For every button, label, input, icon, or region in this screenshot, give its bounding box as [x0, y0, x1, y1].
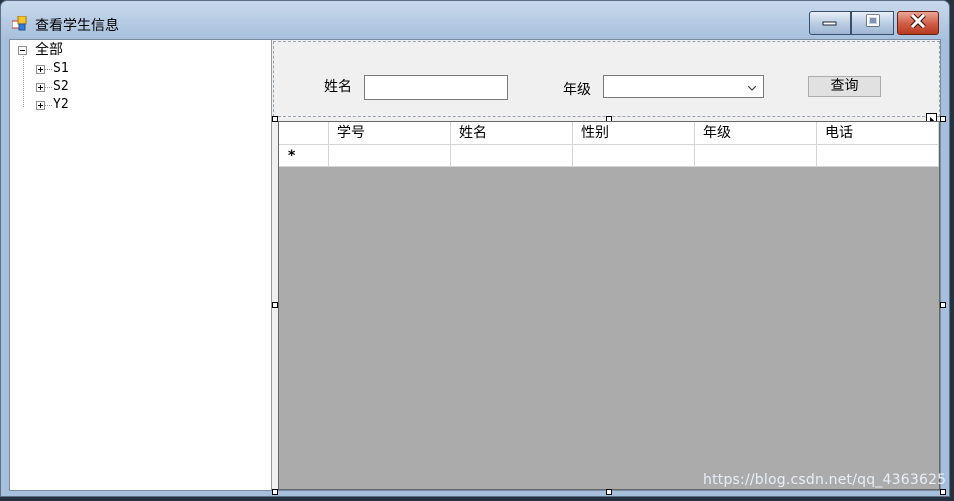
window-title: 查看学生信息 — [35, 18, 119, 34]
main-window: 查看学生信息 全部 S1 S2 Y2 姓名 年级 查询 学号 姓名 性别 年级 … — [0, 0, 950, 497]
column-header-grade[interactable]: 年级 — [695, 122, 817, 145]
new-row-cell[interactable] — [451, 145, 573, 167]
search-panel: 姓名 年级 查询 — [273, 41, 940, 117]
grade-label: 年级 — [563, 82, 591, 98]
form-icon — [11, 15, 28, 32]
name-input[interactable] — [364, 75, 508, 100]
tree-node-y2[interactable]: Y2 — [36, 97, 116, 113]
resize-handle[interactable] — [940, 302, 946, 308]
class-tree-view[interactable]: 全部 S1 S2 Y2 — [10, 40, 272, 490]
maximize-button[interactable] — [851, 11, 894, 35]
new-row-cell[interactable] — [695, 145, 817, 167]
resize-handle[interactable] — [272, 489, 278, 495]
resize-handle[interactable] — [940, 116, 946, 122]
column-header-id[interactable]: 学号 — [329, 122, 451, 145]
tree-node-s1[interactable]: S1 — [36, 61, 116, 77]
expand-icon[interactable] — [36, 65, 45, 74]
tree-node-label: Y2 — [53, 97, 69, 112]
minimize-icon — [822, 16, 838, 31]
grade-select[interactable] — [603, 75, 764, 98]
new-row-marker[interactable]: * — [279, 145, 329, 167]
new-row-cell[interactable] — [573, 145, 695, 167]
tree-connector — [45, 87, 52, 88]
name-label: 姓名 — [324, 79, 352, 95]
resize-handle[interactable] — [940, 489, 946, 495]
new-row-cell[interactable] — [329, 145, 451, 167]
row-header-corner — [279, 122, 329, 145]
column-header-gender[interactable]: 性别 — [573, 122, 695, 145]
expand-icon[interactable] — [36, 101, 45, 110]
tree-node-label: S1 — [53, 61, 69, 76]
maximize-icon — [865, 14, 881, 32]
student-data-grid[interactable]: 学号 姓名 性别 年级 电话 * — [278, 121, 940, 490]
tree-node-label: S2 — [53, 79, 69, 94]
tree-node-s2[interactable]: S2 — [36, 79, 116, 95]
tree-node-label: 全部 — [35, 42, 63, 58]
resize-handle[interactable] — [606, 489, 612, 495]
column-header-phone[interactable]: 电话 — [817, 122, 939, 145]
tree-connector — [45, 69, 52, 70]
client-area: 全部 S1 S2 Y2 姓名 年级 查询 学号 姓名 性别 年级 电话 * — [9, 39, 946, 495]
close-icon — [909, 13, 927, 32]
collapse-icon[interactable] — [18, 46, 27, 55]
expand-icon[interactable] — [36, 83, 45, 92]
title-bar[interactable]: 查看学生信息 — [1, 1, 949, 39]
watermark: https://blog.csdn.net/qq_4363625 — [703, 472, 947, 488]
tree-connector — [45, 105, 52, 106]
column-header-name[interactable]: 姓名 — [451, 122, 573, 145]
close-button[interactable] — [897, 11, 939, 35]
chevron-down-icon[interactable] — [747, 81, 757, 96]
new-row-cell[interactable] — [817, 145, 939, 167]
query-button[interactable]: 查询 — [808, 76, 881, 97]
tree-connector — [23, 54, 24, 107]
tree-node-root[interactable]: 全部 — [18, 42, 118, 58]
minimize-button[interactable] — [809, 11, 851, 35]
